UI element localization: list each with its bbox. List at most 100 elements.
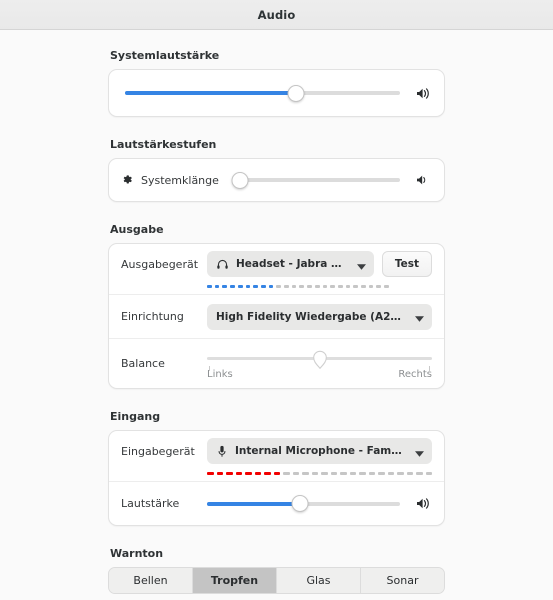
balance-right-label: Rechts bbox=[398, 368, 432, 380]
meter-segment bbox=[397, 472, 404, 475]
group-title-system-volume: Systemlautstärke bbox=[110, 49, 220, 62]
input-device-combobox[interactable]: Internal Microphone - Family 17h/19h HD … bbox=[207, 438, 432, 464]
row-output-profile: Einrichtung High Fidelity Wiedergabe (A2… bbox=[109, 294, 444, 338]
chevron-down-icon[interactable] bbox=[411, 442, 424, 461]
meter-segment bbox=[276, 285, 282, 288]
system-volume-slider[interactable] bbox=[125, 82, 400, 104]
meter-segment bbox=[330, 285, 335, 288]
meter-segment bbox=[376, 285, 382, 288]
settings-page: Systemlautstärke Lautstärkestufen System… bbox=[0, 49, 553, 600]
meter-segment bbox=[245, 472, 252, 475]
slider-handle[interactable] bbox=[231, 171, 249, 189]
meter-segment bbox=[384, 285, 389, 288]
meter-segment bbox=[368, 285, 374, 288]
output-test-button[interactable]: Test bbox=[381, 251, 432, 277]
slider-fill bbox=[125, 91, 296, 95]
output-profile-combobox[interactable]: High Fidelity Wiedergabe (A2DP-Ziel) bbox=[207, 303, 432, 330]
meter-segment bbox=[222, 285, 228, 288]
slider-handle[interactable] bbox=[291, 495, 309, 512]
input-device-label: Eingabegerät bbox=[121, 444, 195, 458]
meter-segment bbox=[268, 285, 274, 288]
meter-segment bbox=[368, 472, 375, 475]
meter-segment bbox=[216, 472, 223, 475]
output-balance-slider[interactable]: Links Rechts bbox=[207, 347, 432, 381]
meter-segment bbox=[378, 472, 385, 475]
meter-segment bbox=[214, 285, 220, 288]
input-volume-label: Lautstärke bbox=[121, 497, 180, 510]
slider-handle[interactable] bbox=[312, 350, 327, 369]
meter-segment bbox=[406, 472, 413, 475]
meter-segment bbox=[345, 285, 351, 288]
group-title-input: Eingang bbox=[110, 410, 161, 423]
meter-segment bbox=[337, 285, 343, 288]
output-level-meter bbox=[207, 285, 389, 289]
meter-segment bbox=[387, 472, 394, 475]
window-headerbar: Audio bbox=[0, 0, 553, 30]
meter-segment bbox=[425, 472, 432, 475]
system-sounds-label: Systemklänge bbox=[141, 173, 219, 187]
meter-segment bbox=[361, 285, 366, 288]
alert-sound-selector: Bellen Tropfen Glas Sonar bbox=[108, 567, 445, 594]
speaker-icon[interactable] bbox=[414, 497, 432, 510]
output-profile-value: High Fidelity Wiedergabe (A2DP-Ziel) bbox=[216, 310, 404, 323]
meter-segment bbox=[264, 472, 271, 475]
group-title-volume-levels: Lautstärkestufen bbox=[110, 138, 217, 151]
input-device-value: Internal Microphone - Family 17h/19h HD … bbox=[235, 445, 404, 457]
meter-segment bbox=[416, 472, 423, 475]
chevron-down-icon[interactable] bbox=[411, 307, 424, 326]
row-output-balance: Balance Links Rechts bbox=[109, 338, 444, 388]
output-device-combobox[interactable]: Headset - Jabra EVOLVE 65 bbox=[207, 251, 374, 277]
meter-segment bbox=[226, 472, 233, 475]
alert-sound-option-2[interactable]: Glas bbox=[276, 568, 360, 593]
balance-left-label: Links bbox=[207, 368, 233, 380]
meter-segment bbox=[359, 472, 366, 475]
microphone-icon bbox=[216, 445, 228, 458]
alert-sound-option-0[interactable]: Bellen bbox=[109, 568, 192, 593]
meter-segment bbox=[237, 285, 243, 288]
row-output-device: Ausgabegerät Headset - Jabra EVOLVE 65 T… bbox=[109, 244, 444, 294]
input-level-meter bbox=[207, 472, 432, 476]
meter-segment bbox=[245, 285, 251, 288]
group-title-output: Ausgabe bbox=[110, 223, 164, 236]
meter-segment bbox=[230, 285, 235, 288]
headset-icon bbox=[216, 258, 229, 271]
row-input-device: Eingabegerät Internal Microphone - Famil… bbox=[109, 431, 444, 481]
input-volume-slider[interactable] bbox=[207, 493, 400, 515]
meter-segment bbox=[235, 472, 242, 475]
meter-segment bbox=[254, 472, 261, 475]
system-sounds-slider[interactable] bbox=[231, 169, 400, 191]
output-balance-label: Balance bbox=[121, 357, 165, 370]
alert-sound-option-1[interactable]: Tropfen bbox=[192, 568, 276, 593]
meter-segment bbox=[283, 472, 290, 475]
meter-segment bbox=[349, 472, 356, 475]
meter-segment bbox=[311, 472, 318, 475]
meter-segment bbox=[321, 472, 328, 475]
meter-segment bbox=[340, 472, 347, 475]
meter-segment bbox=[207, 285, 212, 288]
meter-segment bbox=[253, 285, 258, 288]
meter-segment bbox=[260, 285, 266, 288]
card-output: Ausgabegerät Headset - Jabra EVOLVE 65 T… bbox=[108, 243, 445, 389]
meter-segment bbox=[291, 285, 297, 288]
meter-segment bbox=[330, 472, 337, 475]
slider-handle[interactable] bbox=[287, 84, 304, 102]
window-title: Audio bbox=[257, 7, 296, 22]
gear-icon bbox=[121, 171, 134, 190]
group-title-alert-sound: Warnton bbox=[110, 547, 164, 560]
meter-segment bbox=[322, 285, 328, 288]
speaker-icon[interactable] bbox=[414, 87, 432, 100]
row-input-volume: Lautstärke bbox=[109, 481, 444, 525]
meter-segment bbox=[307, 285, 312, 288]
slider-fill bbox=[207, 501, 300, 506]
card-volume-levels: Systemklänge bbox=[108, 158, 445, 202]
output-device-label: Ausgabegerät bbox=[121, 257, 199, 271]
output-profile-label: Einrichtung bbox=[121, 310, 184, 323]
meter-segment bbox=[292, 472, 299, 475]
system-sounds-label-group: Systemklänge bbox=[121, 171, 219, 190]
card-system-volume bbox=[108, 69, 445, 117]
meter-segment bbox=[284, 285, 289, 288]
card-input: Eingabegerät Internal Microphone - Famil… bbox=[108, 430, 445, 526]
chevron-down-icon[interactable] bbox=[353, 255, 366, 274]
alert-sound-option-3[interactable]: Sonar bbox=[360, 568, 444, 593]
speaker-icon[interactable] bbox=[414, 174, 432, 186]
